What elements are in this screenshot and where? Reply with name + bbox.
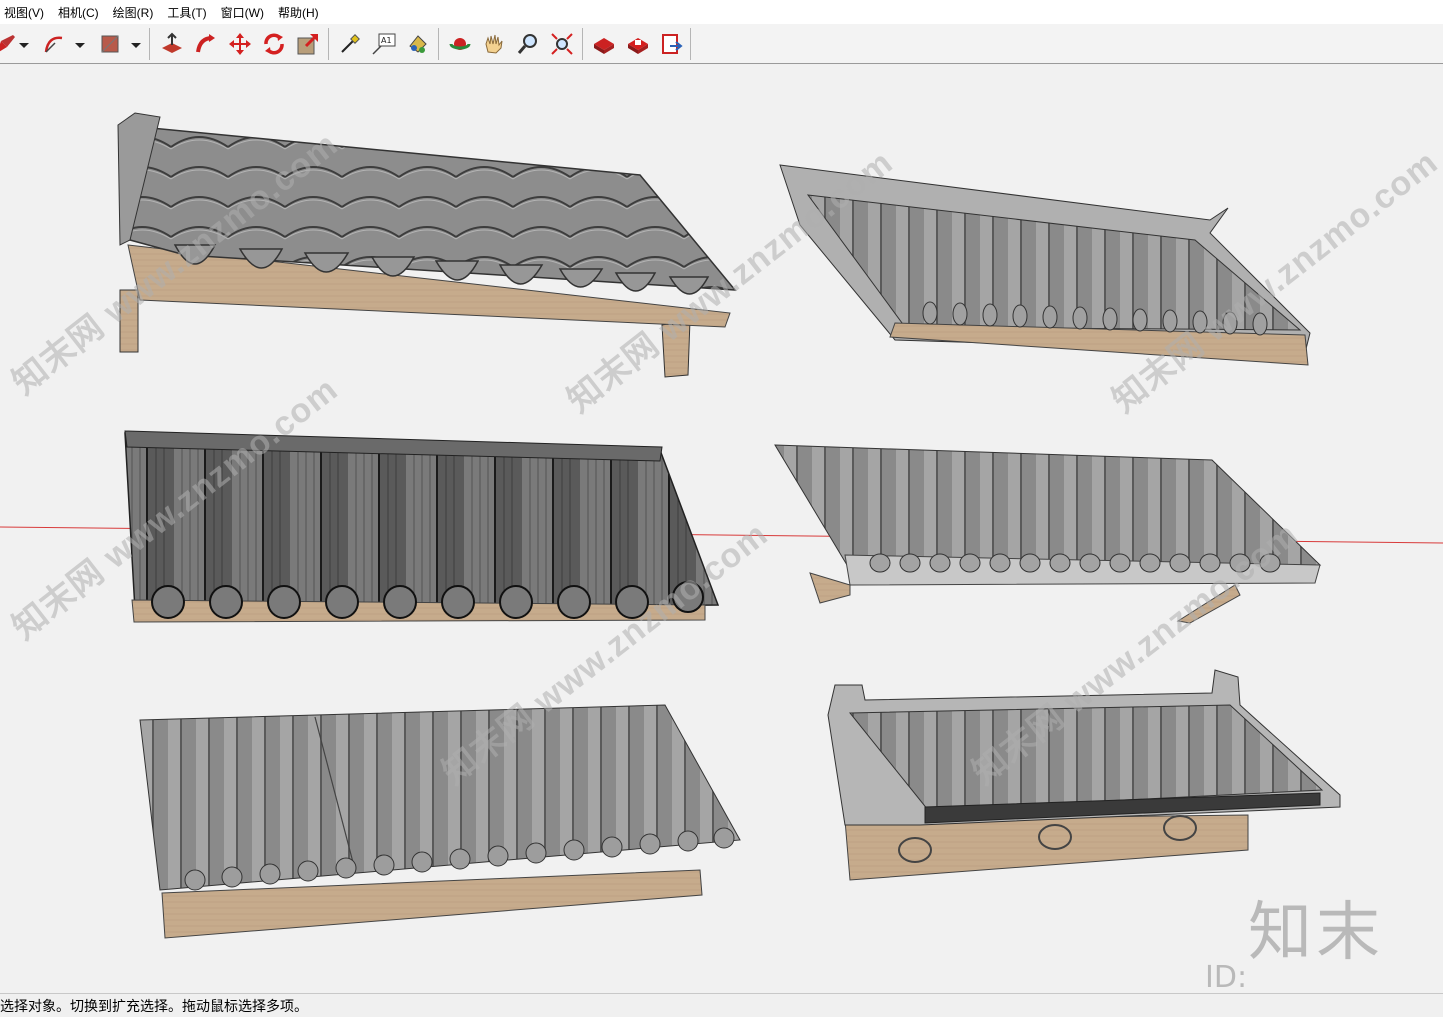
toolbar-separator — [328, 28, 329, 60]
pan-icon[interactable] — [480, 30, 508, 58]
shape-dropdown-icon[interactable] — [130, 38, 142, 50]
zoom-extents-icon[interactable] — [548, 30, 576, 58]
toolbar-separator — [149, 28, 150, 60]
rotate-icon[interactable] — [260, 30, 288, 58]
pencil-dropdown-icon[interactable] — [18, 38, 30, 50]
menu-window[interactable]: 窗口(W) — [221, 4, 264, 21]
status-text: 选择对象。切换到扩充选择。拖动鼠标选择多项。 — [0, 997, 308, 1014]
scale-icon[interactable] — [294, 30, 322, 58]
model-viewport[interactable]: 知末网 www.znzmo.com 知末网 www.znzmo.com 知末网 … — [0, 65, 1443, 993]
text-tool-icon[interactable]: A1 — [370, 30, 398, 58]
follow-me-icon[interactable] — [192, 30, 220, 58]
orbit-icon[interactable] — [446, 30, 474, 58]
menu-help[interactable]: 帮助(H) — [278, 4, 319, 21]
arc-dropdown-icon[interactable] — [74, 38, 86, 50]
status-bar: 选择对象。切换到扩充选择。拖动鼠标选择多项。 — [0, 993, 1443, 1017]
paint-bucket-icon[interactable] — [404, 30, 432, 58]
toolbar-separator — [438, 28, 439, 60]
tape-measure-icon[interactable] — [336, 30, 364, 58]
svg-text:A1: A1 — [381, 36, 392, 45]
arc-tool-icon[interactable] — [40, 30, 68, 58]
menu-camera[interactable]: 相机(C) — [58, 4, 99, 21]
menu-draw[interactable]: 绘图(R) — [113, 4, 154, 21]
image-id-watermark: ID: 1172385944 — [1205, 960, 1248, 993]
extension-warehouse-icon[interactable] — [624, 30, 652, 58]
move-icon[interactable] — [226, 30, 254, 58]
push-pull-icon[interactable] — [158, 30, 186, 58]
roof-model-5[interactable] — [139, 704, 741, 939]
toolbar-separator — [582, 28, 583, 60]
zoom-icon[interactable] — [514, 30, 542, 58]
toolbar-separator — [690, 28, 691, 60]
pencil-tool-icon[interactable] — [0, 30, 20, 58]
main-toolbar: A1 — [0, 24, 1443, 64]
menu-view[interactable]: 视图(V) — [4, 4, 44, 21]
warehouse-icon[interactable] — [590, 30, 618, 58]
menu-bar: 视图(V) 相机(C) 绘图(R) 工具(T) 窗口(W) 帮助(H) — [0, 0, 1443, 24]
send-to-layout-icon[interactable] — [658, 30, 686, 58]
menu-tools[interactable]: 工具(T) — [167, 4, 206, 21]
sketchup-window: 视图(V) 相机(C) 绘图(R) 工具(T) 窗口(W) 帮助(H) A1 知… — [0, 0, 1443, 1017]
shape-tool-icon[interactable] — [96, 30, 124, 58]
